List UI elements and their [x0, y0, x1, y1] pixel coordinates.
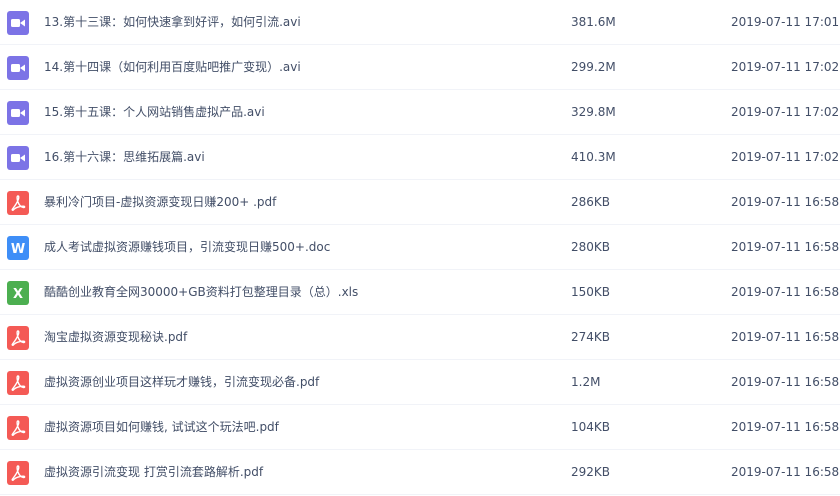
file-size: 329.8M — [571, 105, 616, 119]
file-row[interactable]: 暴利冷门项目-虚拟资源变现日赚200+ .pdf 286KB 2019-07-1… — [0, 180, 840, 225]
file-name[interactable]: 暴利冷门项目-虚拟资源变现日赚200+ .pdf — [44, 180, 276, 225]
pdf-file-icon — [7, 326, 29, 350]
pdf-file-icon — [7, 416, 29, 440]
video-file-icon — [7, 101, 29, 125]
file-row[interactable]: 16.第十六课：思维拓展篇.avi 410.3M 2019-07-11 17:0… — [0, 135, 840, 180]
file-row[interactable]: 14.第十四课（如何利用百度贴吧推广变现）.avi 299.2M 2019-07… — [0, 45, 840, 90]
icon-badge: W — [11, 242, 25, 257]
file-size: 292KB — [571, 465, 611, 479]
file-size: 410.3M — [571, 150, 616, 164]
file-size: 274KB — [571, 330, 611, 344]
file-date: 2019-07-11 17:02 — [731, 105, 840, 119]
file-date: 2019-07-11 16:58 — [731, 465, 840, 479]
file-date: 2019-07-11 16:58 — [731, 330, 840, 344]
file-size: 150KB — [571, 285, 611, 299]
file-name[interactable]: 虚拟资源引流变现 打赏引流套路解析.pdf — [44, 450, 263, 495]
file-date: 2019-07-11 17:02 — [731, 60, 840, 74]
file-row[interactable]: 13.第十三课：如何快速拿到好评，如何引流.avi 381.6M 2019-07… — [0, 0, 840, 45]
file-date: 2019-07-11 17:02 — [731, 150, 840, 164]
file-name[interactable]: 15.第十五课：个人网站销售虚拟产品.avi — [44, 90, 265, 135]
file-date: 2019-07-11 16:58 — [731, 285, 840, 299]
video-file-icon — [7, 11, 29, 35]
file-name[interactable]: 酷酷创业教育全网30000+GB资料打包整理目录（总）.xls — [44, 270, 358, 315]
icon-badge: X — [13, 287, 23, 302]
file-size: 104KB — [571, 420, 611, 434]
file-date: 2019-07-11 16:58 — [731, 420, 840, 434]
video-file-icon — [7, 56, 29, 80]
pdf-file-icon — [7, 371, 29, 395]
file-size: 381.6M — [571, 15, 616, 29]
file-row[interactable]: 虚拟资源项目如何赚钱, 试试这个玩法吧.pdf 104KB 2019-07-11… — [0, 405, 840, 450]
pdf-file-icon — [7, 461, 29, 485]
file-row[interactable]: W 成人考试虚拟资源赚钱项目，引流变现日赚500+.doc 280KB 2019… — [0, 225, 840, 270]
file-name[interactable]: 14.第十四课（如何利用百度贴吧推广变现）.avi — [44, 45, 301, 90]
file-date: 2019-07-11 16:58 — [731, 375, 840, 389]
file-name[interactable]: 淘宝虚拟资源变现秘诀.pdf — [44, 315, 187, 360]
file-list: 13.第十三课：如何快速拿到好评，如何引流.avi 381.6M 2019-07… — [0, 0, 840, 496]
file-row[interactable]: X 酷酷创业教育全网30000+GB资料打包整理目录（总）.xls 150KB … — [0, 270, 840, 315]
file-name[interactable]: 13.第十三课：如何快速拿到好评，如何引流.avi — [44, 0, 301, 45]
file-name[interactable]: 16.第十六课：思维拓展篇.avi — [44, 135, 205, 180]
file-row[interactable]: 虚拟资源创业项目这样玩才赚钱，引流变现必备.pdf 1.2M 2019-07-1… — [0, 360, 840, 405]
file-size: 299.2M — [571, 60, 616, 74]
file-row[interactable]: 淘宝虚拟资源变现秘诀.pdf 274KB 2019-07-11 16:58 — [0, 315, 840, 360]
file-name[interactable]: 成人考试虚拟资源赚钱项目，引流变现日赚500+.doc — [44, 225, 330, 270]
video-file-icon — [7, 146, 29, 170]
file-row[interactable]: 虚拟资源引流变现 打赏引流套路解析.pdf 292KB 2019-07-11 1… — [0, 450, 840, 495]
file-date: 2019-07-11 17:01 — [731, 15, 840, 29]
file-date: 2019-07-11 16:58 — [731, 195, 840, 209]
pdf-file-icon — [7, 191, 29, 215]
file-row[interactable]: 15.第十五课：个人网站销售虚拟产品.avi 329.8M 2019-07-11… — [0, 90, 840, 135]
excel-file-icon: X — [7, 281, 29, 305]
file-size: 1.2M — [571, 375, 601, 389]
file-date: 2019-07-11 16:58 — [731, 240, 840, 254]
file-size: 280KB — [571, 240, 611, 254]
file-size: 286KB — [571, 195, 611, 209]
file-name[interactable]: 虚拟资源项目如何赚钱, 试试这个玩法吧.pdf — [44, 405, 279, 450]
word-file-icon: W — [7, 236, 29, 260]
file-name[interactable]: 虚拟资源创业项目这样玩才赚钱，引流变现必备.pdf — [44, 360, 319, 405]
